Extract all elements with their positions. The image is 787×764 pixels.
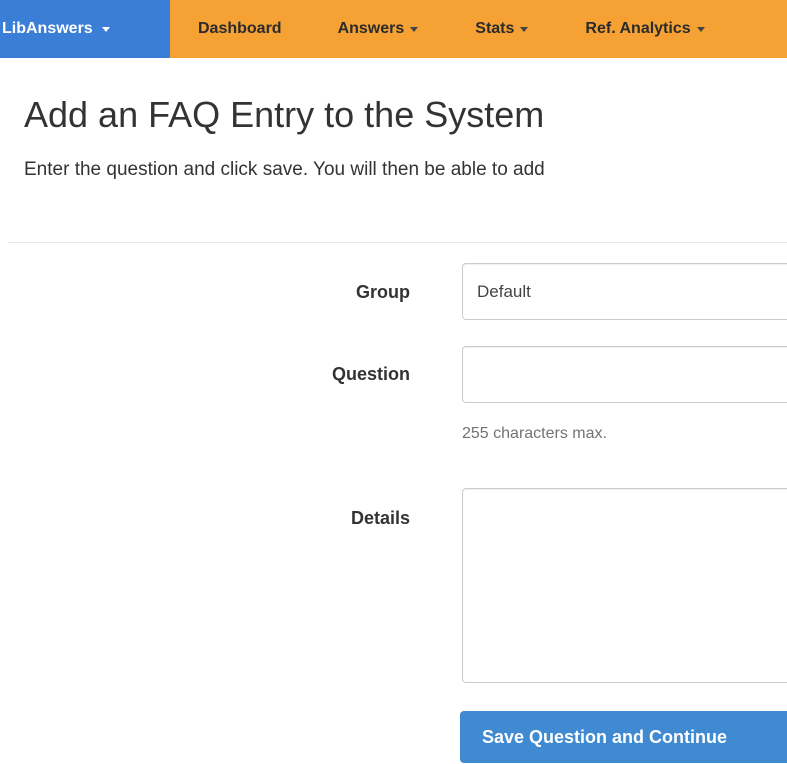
brand-menu[interactable]: LibAnswers	[0, 0, 170, 58]
caret-down-icon	[410, 26, 419, 32]
section-divider	[8, 242, 787, 243]
brand-label: LibAnswers	[2, 20, 93, 37]
caret-down-icon	[696, 26, 705, 32]
nav-answers[interactable]: Answers	[338, 0, 419, 58]
save-question-button-label: Save Question and Continue	[482, 726, 728, 747]
page-title: Add an FAQ Entry to the System	[24, 94, 545, 135]
nav-stats-label: Stats	[475, 20, 515, 37]
question-input[interactable]	[462, 346, 787, 403]
nav-dashboard-label: Dashboard	[198, 20, 282, 37]
group-select[interactable]: Default	[462, 263, 787, 320]
question-help-text: 255 characters max.	[462, 425, 607, 442]
top-navbar: LibAnswers Dashboard Answers Stats Ref. …	[0, 0, 787, 58]
page-subtitle: Enter the question and click save. You w…	[24, 159, 545, 180]
group-label: Group	[356, 282, 410, 302]
nav-ref-analytics[interactable]: Ref. Analytics	[585, 0, 705, 58]
nav-stats[interactable]: Stats	[475, 0, 529, 58]
details-textarea[interactable]	[462, 488, 787, 683]
caret-down-icon	[520, 26, 529, 32]
nav-dashboard[interactable]: Dashboard	[198, 0, 282, 58]
nav-answers-label: Answers	[337, 20, 405, 37]
save-question-button[interactable]: Save Question and Continue	[460, 711, 787, 763]
nav-ref-analytics-label: Ref. Analytics	[585, 20, 691, 37]
caret-down-icon	[101, 26, 110, 32]
question-label: Question	[331, 364, 410, 384]
details-label: Details	[350, 508, 410, 528]
group-select-value: Default	[477, 281, 531, 301]
